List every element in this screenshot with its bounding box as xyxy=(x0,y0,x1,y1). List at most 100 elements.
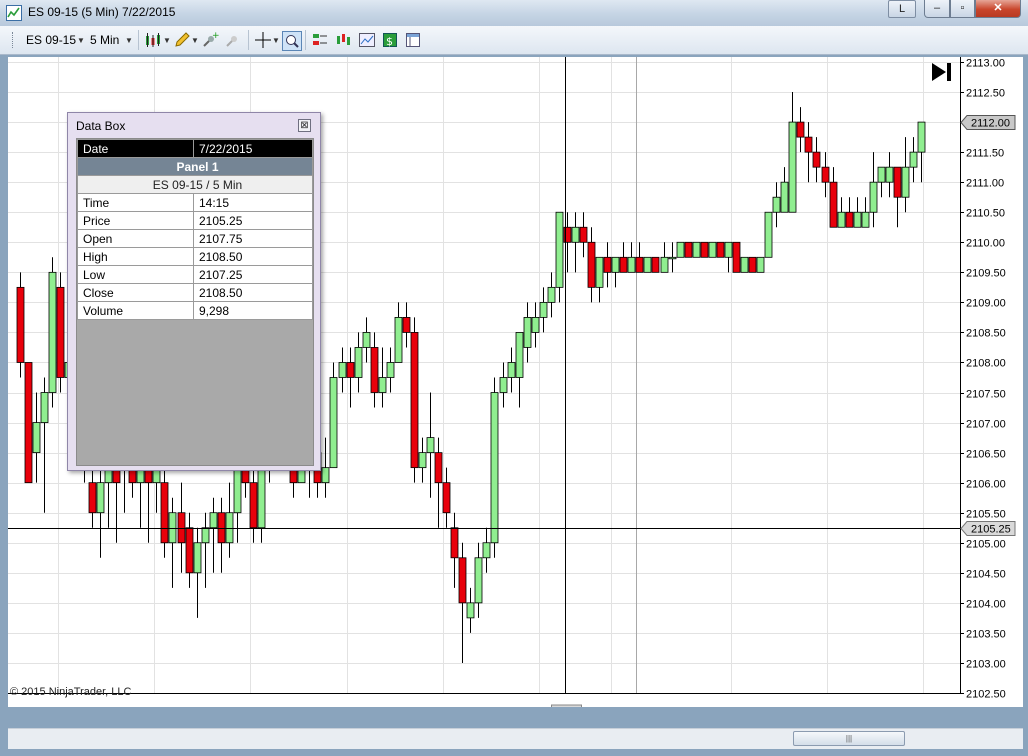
add-indicator-icon[interactable]: + xyxy=(201,31,219,49)
candle-body xyxy=(378,377,387,393)
ninjatrader-chart-icon xyxy=(6,5,22,21)
candle-body xyxy=(821,166,830,183)
scrollbar-thumb[interactable]: ||| xyxy=(793,731,905,746)
candle-body xyxy=(724,241,733,258)
table-row: Low 2107.25 xyxy=(77,265,313,284)
candle-body xyxy=(869,181,878,213)
remove-indicator-icon[interactable] xyxy=(224,31,242,49)
zoom-icon[interactable] xyxy=(282,31,302,51)
candle-body xyxy=(499,377,508,393)
candle-body xyxy=(329,377,338,469)
interval-selector[interactable]: 5 Min xyxy=(90,33,119,47)
candle-body xyxy=(40,392,49,423)
candle-body xyxy=(370,347,379,393)
candle-body xyxy=(772,196,781,213)
candle-body xyxy=(209,512,218,529)
window-titlebar[interactable]: ES 09-15 (5 Min) 7/22/2015 L – ▫ ✕ xyxy=(0,0,1028,26)
data-box-table: Date 7/22/2015 Panel 1 ES 09-15 / 5 Min … xyxy=(77,139,313,320)
candle-body xyxy=(885,166,894,183)
data-box-date-row: Date 7/22/2015 xyxy=(77,139,313,158)
y-tick-label: 2111.50 xyxy=(966,148,1004,160)
candle-body xyxy=(160,482,169,544)
candle-body xyxy=(708,241,717,258)
candle-body xyxy=(539,301,548,318)
candle-body xyxy=(394,317,403,363)
scroll-to-end-icon[interactable] xyxy=(932,63,951,81)
layout-button[interactable]: L xyxy=(888,0,916,18)
candle-body xyxy=(523,317,532,348)
candle-body xyxy=(603,256,612,273)
candle-body xyxy=(168,512,177,544)
candle-body xyxy=(177,512,186,544)
y-tick-label: 2105.50 xyxy=(966,509,1006,521)
candle-body xyxy=(410,332,419,469)
candle-body xyxy=(201,527,210,544)
candle-body xyxy=(804,136,813,153)
candle-body xyxy=(24,362,33,484)
y-tick-label: 2110.00 xyxy=(966,238,1005,250)
candle-body xyxy=(217,512,226,544)
candle-body xyxy=(845,211,854,228)
table-row: Open 2107.75 xyxy=(77,229,313,248)
dollar-icon[interactable]: $ xyxy=(381,31,399,49)
candle-body xyxy=(660,256,669,273)
candle-body xyxy=(571,226,580,243)
y-tick-label: 2108.00 xyxy=(966,358,1006,370)
candle-body xyxy=(450,527,459,559)
table-row: Price 2105.25 xyxy=(77,211,313,230)
y-tick-label: 2106.00 xyxy=(966,479,1006,491)
candle-body xyxy=(338,362,347,378)
crosshair-dropdown-icon[interactable]: ▼ xyxy=(272,36,280,45)
candle-body xyxy=(829,181,838,228)
close-button[interactable]: ✕ xyxy=(975,0,1021,18)
candle-body xyxy=(643,256,652,273)
horizontal-scrollbar[interactable]: ||| xyxy=(8,728,1023,749)
toolbar-separator xyxy=(138,30,139,50)
row-label: Volume xyxy=(77,301,194,320)
interval-dropdown-icon[interactable]: ▼ xyxy=(125,36,133,45)
candle-body xyxy=(853,211,862,228)
candle-body xyxy=(233,467,242,514)
candle-body xyxy=(668,256,677,260)
y-tick-label: 2103.50 xyxy=(966,629,1006,641)
bar-style-dropdown-icon[interactable]: ▼ xyxy=(163,36,171,45)
candle-body xyxy=(595,256,604,288)
instrument-label: ES 09-15 / 5 Min xyxy=(77,175,313,194)
data-box-window[interactable]: Data Box ⊠ Date 7/22/2015 Panel 1 ES 09-… xyxy=(67,112,321,471)
bar-style-icon[interactable] xyxy=(144,31,162,49)
toolbar-grip[interactable] xyxy=(12,32,15,48)
candle-body xyxy=(909,151,918,168)
svg-text:+: + xyxy=(212,31,219,41)
chart-properties-icon[interactable] xyxy=(358,31,376,49)
candle-body xyxy=(756,256,765,273)
candle-body xyxy=(354,347,363,378)
data-series-icon[interactable] xyxy=(335,31,353,49)
y-tick-label: 2103.00 xyxy=(966,659,1006,671)
candle-body xyxy=(402,317,411,333)
row-label: Open xyxy=(77,229,194,248)
panel-icon[interactable] xyxy=(404,31,422,49)
candle-body xyxy=(531,317,540,333)
candle-body xyxy=(555,211,564,288)
candle-body xyxy=(627,256,636,273)
candle-body xyxy=(716,241,725,258)
maximize-button[interactable]: ▫ xyxy=(950,0,975,18)
crosshair-icon[interactable] xyxy=(254,31,272,49)
pencil-draw-icon[interactable] xyxy=(173,31,191,49)
instrument-dropdown-icon[interactable]: ▼ xyxy=(77,36,85,45)
candle-body xyxy=(579,226,588,243)
date-label: Date xyxy=(77,139,194,158)
strategies-icon[interactable] xyxy=(311,31,329,49)
data-box-instrument-row: ES 09-15 / 5 Min xyxy=(77,175,313,194)
chart-toolbar: ES 09-15 ▼ 5 Min ▼ ▼ ▼ + ▼ $ xyxy=(0,26,1028,55)
y-tick-label: 2113.00 xyxy=(966,58,1005,70)
data-box-close-button[interactable]: ⊠ xyxy=(298,119,311,132)
draw-dropdown-icon[interactable]: ▼ xyxy=(191,36,199,45)
instrument-selector[interactable]: ES 09-15 xyxy=(26,33,76,47)
minimize-button[interactable]: – xyxy=(924,0,950,18)
candle-body xyxy=(764,211,773,258)
y-tick-label: 2105.00 xyxy=(966,539,1006,551)
candle-body xyxy=(700,241,709,258)
candle-body xyxy=(249,482,258,529)
candle-body xyxy=(796,121,805,138)
